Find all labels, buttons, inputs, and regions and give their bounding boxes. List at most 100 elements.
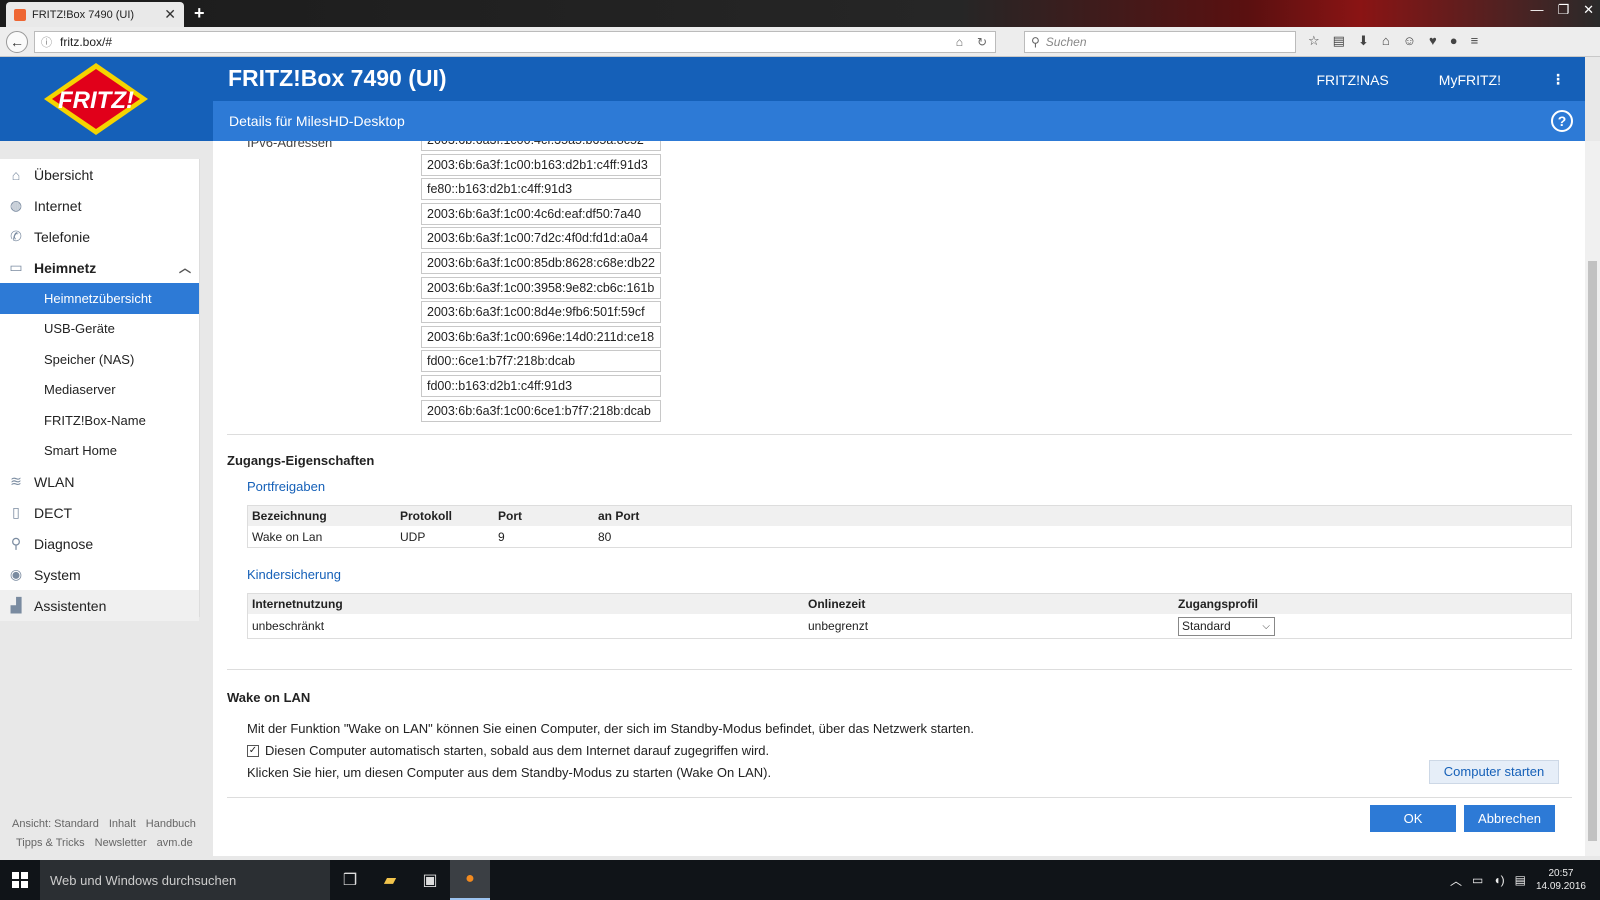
- back-button[interactable]: ←: [6, 31, 28, 53]
- window-controls: — ❐ ✕: [1530, 2, 1594, 18]
- avm-link[interactable]: avm.de: [157, 834, 193, 853]
- browser-tab-bar: FRITZ!Box 7490 (UI) ✕ + — ❐ ✕: [0, 0, 1600, 27]
- sidebar-subitem-speicher-nas[interactable]: Speicher (NAS): [0, 344, 199, 375]
- help-icon[interactable]: ?: [1551, 110, 1573, 132]
- sidebar-item-telefonie[interactable]: ✆ Telefonie: [0, 221, 199, 252]
- system-icon: ◉: [9, 566, 23, 582]
- maximize-icon[interactable]: ❐: [1557, 2, 1569, 18]
- sidebar-footer: Ansicht: Standard Inhalt Handbuch Tipps …: [12, 815, 202, 853]
- scrollbar-thumb[interactable]: [1588, 261, 1597, 841]
- ok-button[interactable]: OK: [1370, 805, 1456, 832]
- info-icon[interactable]: ⓘ: [41, 34, 52, 50]
- browser-search-input[interactable]: ⚲ Suchen: [1024, 31, 1296, 53]
- fritznas-link[interactable]: FRITZ!NAS: [1316, 72, 1388, 88]
- home-url-icon[interactable]: ⌂: [956, 35, 963, 49]
- menu-icon[interactable]: ≡: [1471, 33, 1479, 49]
- access-section-title: Zugangs-Eigenschaften: [227, 453, 375, 468]
- taskbar-search-input[interactable]: Web und Windows durchsuchen: [40, 860, 330, 900]
- browser-nav-bar: ← ⓘ fritz.box/# ⌂ ↻ ⚲ Suchen ☆ ▤ ⬇ ⌂ ☺ ♥…: [0, 27, 1600, 57]
- home-icon[interactable]: ⌂: [1382, 33, 1390, 49]
- clock-time: 20:57: [1548, 868, 1574, 879]
- ipv6-address-field[interactable]: 2003:6b:6a3f:1c00:b163:d2b1:c4ff:91d3: [421, 153, 661, 176]
- view-mode-link[interactable]: Ansicht: Standard: [12, 815, 99, 834]
- auto-start-checkbox[interactable]: ✓: [247, 744, 259, 757]
- bookmark-star-icon[interactable]: ☆: [1308, 33, 1320, 49]
- more-menu-icon[interactable]: ⋮: [1551, 71, 1565, 88]
- start-button[interactable]: [0, 860, 40, 900]
- ipv6-address-field[interactable]: 2003:6b:6a3f:1c00:8d4e:9fb6:501f:59cf: [421, 301, 661, 324]
- wizard-icon: ▟: [10, 597, 22, 613]
- access-profile-select[interactable]: Standard ⌵: [1178, 616, 1275, 636]
- download-icon[interactable]: ⬇: [1358, 33, 1369, 49]
- page-title: FRITZ!Box 7490 (UI): [228, 65, 447, 91]
- tips-link[interactable]: Tipps & Tricks: [16, 834, 85, 853]
- table-cell: Wake on Lan: [252, 529, 323, 544]
- fritz-logo[interactable]: FRITZ!: [44, 63, 148, 135]
- table-row: unbeschränkt unbegrenzt Standard ⌵: [248, 614, 1571, 638]
- wol-description: Mit der Funktion "Wake on LAN" können Si…: [247, 721, 974, 736]
- tray-chevron-up-icon[interactable]: ︿: [1450, 872, 1462, 889]
- port-forwarding-title: Portfreigaben: [247, 479, 326, 494]
- sidebar-subitem-usb-geraete[interactable]: USB-Geräte: [0, 314, 199, 345]
- reload-icon[interactable]: ↻: [977, 35, 987, 49]
- ipv6-address-field[interactable]: fd00::6ce1:b7f7:218b:dcab: [421, 350, 661, 373]
- clock-date: 14.09.2016: [1535, 881, 1586, 892]
- sidebar-item-wlan[interactable]: ≋ WLAN: [0, 466, 199, 497]
- sidebar-item-diagnose[interactable]: ⚲ Diagnose: [0, 528, 199, 559]
- search-placeholder: Suchen: [1045, 35, 1087, 49]
- file-explorer-icon[interactable]: ▰: [370, 860, 410, 900]
- browser-tab[interactable]: FRITZ!Box 7490 (UI) ✕: [6, 2, 184, 27]
- sidebar-item-uebersicht[interactable]: ⌂ Übersicht: [0, 159, 199, 190]
- close-tab-icon[interactable]: ✕: [164, 6, 176, 23]
- ipv6-address-field[interactable]: fd00::b163:d2b1:c4ff:91d3: [421, 374, 661, 397]
- close-window-icon[interactable]: ✕: [1583, 2, 1594, 18]
- ipv6-address-field[interactable]: 2003:6b:6a3f:1c00:3958:9e82:cb6c:161b: [421, 276, 661, 299]
- sidebar-subitem-fritzbox-name[interactable]: FRITZ!Box-Name: [0, 405, 199, 436]
- divider: [227, 669, 1572, 670]
- chevron-down-icon: ⌵: [1262, 620, 1270, 632]
- firefox-icon[interactable]: ●: [450, 860, 490, 900]
- ipv6-label: IPv6-Adressen: [247, 141, 333, 150]
- page-scrollbar[interactable]: [1585, 141, 1600, 856]
- ipv6-address-field[interactable]: 2003:6b:6a3f:1c00:85db:8628:c68e:db22: [421, 251, 661, 274]
- start-computer-button[interactable]: Computer starten: [1429, 760, 1559, 784]
- ipv6-address-field[interactable]: fe80::b163:d2b1:c4ff:91d3: [421, 178, 661, 201]
- ipv6-address-field[interactable]: 2003:6b:6a3f:1c00:4cf:35a5:b65a:8c52: [421, 141, 661, 151]
- minimize-icon[interactable]: —: [1530, 2, 1543, 18]
- content-link[interactable]: Inhalt: [109, 815, 136, 834]
- pocket-icon[interactable]: ♥: [1429, 33, 1437, 49]
- notifications-icon[interactable]: ▤: [1515, 873, 1526, 887]
- sidebar-item-system[interactable]: ◉ System: [0, 559, 199, 590]
- volume-icon[interactable]: ◖): [1493, 873, 1504, 887]
- task-view-icon[interactable]: ❒: [330, 860, 370, 900]
- network-tray-icon[interactable]: ▭: [1472, 873, 1483, 887]
- chevron-up-icon[interactable]: ︿: [179, 259, 191, 276]
- sidebar-subitem-mediaserver[interactable]: Mediaserver: [0, 375, 199, 406]
- sidebar-item-label: Internet: [34, 197, 82, 214]
- clock[interactable]: 20:57 14.09.2016: [1536, 867, 1586, 893]
- reading-list-icon[interactable]: ▤: [1333, 33, 1345, 49]
- sidebar-subitem-smart-home[interactable]: Smart Home: [0, 436, 199, 467]
- myfritz-link[interactable]: MyFRITZ!: [1439, 72, 1501, 88]
- new-tab-button[interactable]: +: [194, 3, 205, 24]
- parental-control-title: Kindersicherung: [247, 567, 341, 582]
- emoji-icon[interactable]: ☺: [1403, 33, 1416, 49]
- ipv6-address-field[interactable]: 2003:6b:6a3f:1c00:7d2c:4f0d:fd1d:a0a4: [421, 227, 661, 250]
- ipv6-address-field[interactable]: 2003:6b:6a3f:1c00:696e:14d0:211d:ce18: [421, 325, 661, 348]
- ipv6-address-field[interactable]: 2003:6b:6a3f:1c00:6ce1:b7f7:218b:dcab: [421, 399, 661, 422]
- sidebar-item-heimnetz[interactable]: ▭ Heimnetz ︿: [0, 252, 199, 283]
- sidebar-item-dect[interactable]: ▯ DECT: [0, 497, 199, 528]
- column-header: Bezeichnung: [252, 509, 327, 523]
- sidebar-item-label: Diagnose: [34, 535, 94, 552]
- newsletter-link[interactable]: Newsletter: [95, 834, 147, 853]
- adblock-icon[interactable]: ●: [1450, 33, 1458, 49]
- store-icon[interactable]: ▣: [410, 860, 450, 900]
- sidebar-subitem-heimnetzuebersicht[interactable]: Heimnetzübersicht: [0, 283, 199, 314]
- sidebar-item-internet[interactable]: ◍ Internet: [0, 190, 199, 221]
- url-bar[interactable]: ⓘ fritz.box/# ⌂ ↻: [34, 31, 996, 53]
- ipv6-address-field[interactable]: 2003:6b:6a3f:1c00:4c6d:eaf:df50:7a40: [421, 202, 661, 225]
- cancel-button[interactable]: Abbrechen: [1464, 805, 1555, 832]
- diagnosis-icon: ⚲: [10, 535, 22, 551]
- sidebar-item-assistenten[interactable]: ▟ Assistenten: [0, 590, 199, 621]
- manual-link[interactable]: Handbuch: [146, 815, 196, 834]
